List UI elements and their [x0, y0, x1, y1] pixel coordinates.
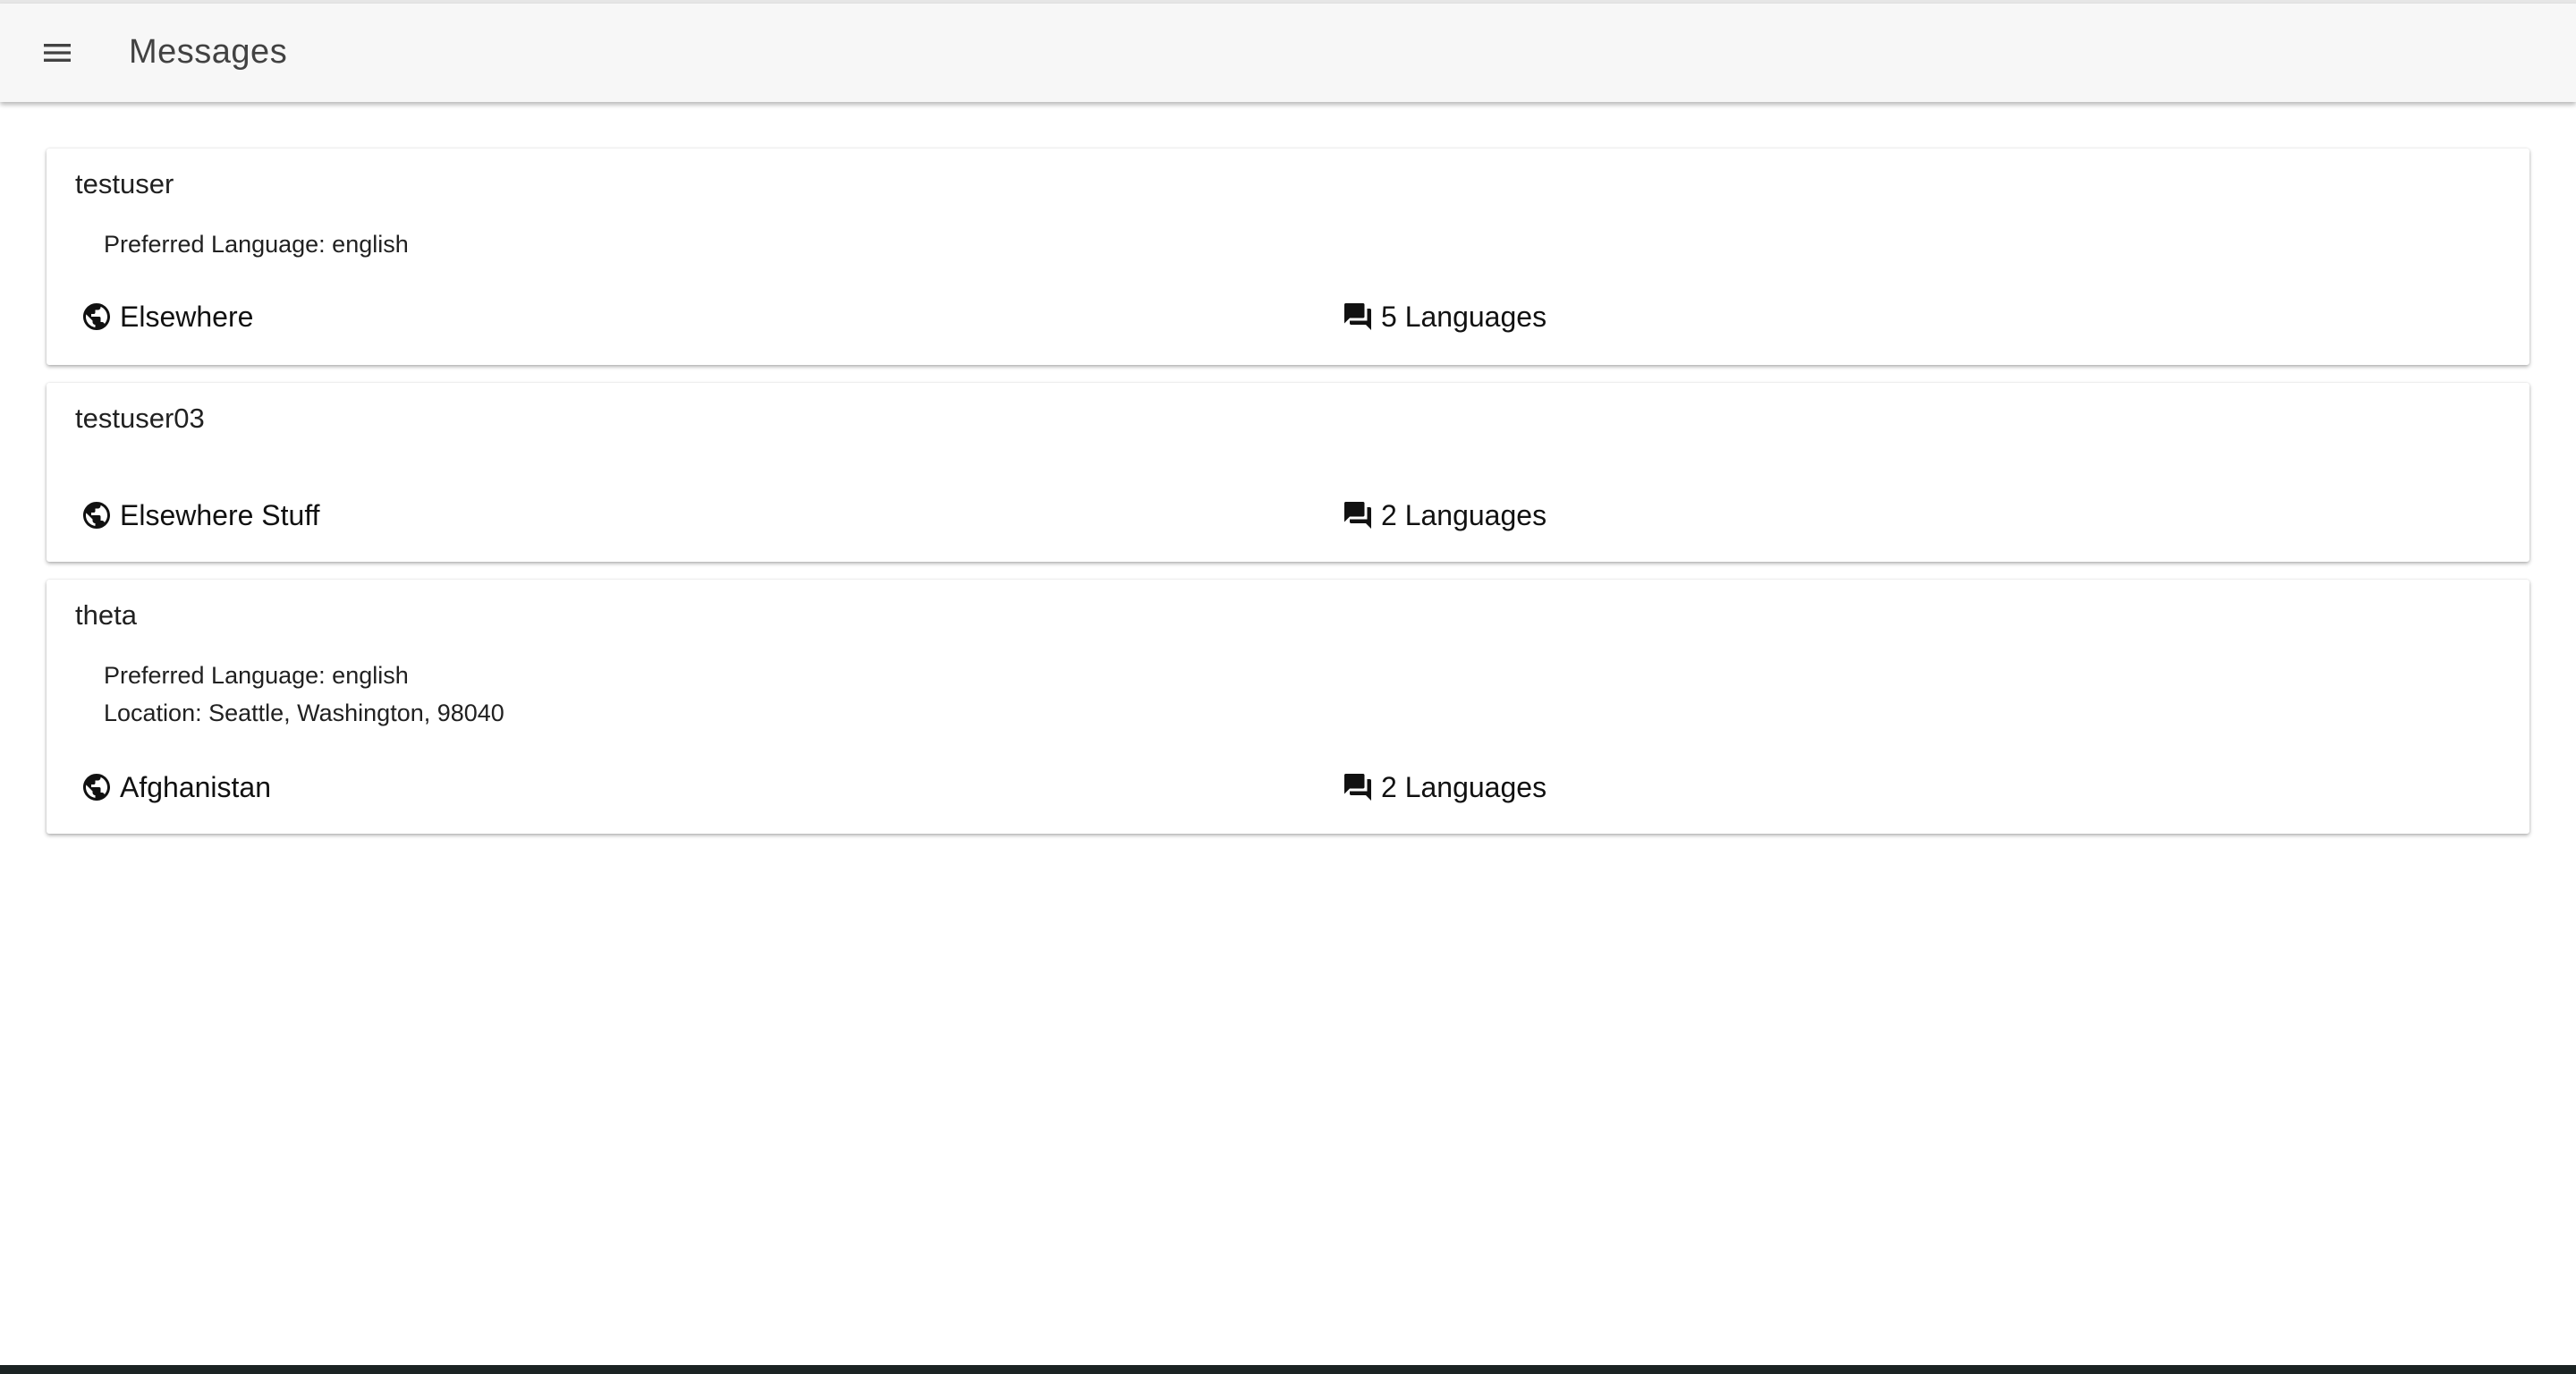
languages-count: 2 Languages [1381, 770, 1547, 803]
card-details: Preferred Language: english [104, 225, 409, 263]
detail-location: Location: Seattle, Washington, 98040 [104, 700, 504, 726]
chat-bubbles-icon [1342, 301, 1374, 333]
globe-icon [80, 771, 113, 803]
hamburger-menu-icon [39, 35, 75, 71]
user-card[interactable]: testuser03 Elsewhere Stuff 2 Languages [47, 383, 2529, 562]
user-card[interactable]: testuser Preferred Language: english Els… [47, 148, 2529, 365]
detail-preferred-language: Preferred Language: english [104, 231, 409, 258]
location-info: Afghanistan [80, 768, 271, 807]
chat-bubbles-icon [1342, 499, 1374, 531]
chat-bubbles-icon [1342, 771, 1374, 803]
card-username: theta [75, 599, 137, 631]
card-footer: Elsewhere Stuff 2 Languages [80, 496, 2529, 535]
menu-button[interactable] [24, 20, 90, 86]
languages-count: 2 Languages [1381, 498, 1547, 531]
card-username: testuser03 [75, 403, 205, 434]
detail-preferred-language: Preferred Language: english [104, 662, 409, 689]
location-text: Elsewhere [120, 300, 254, 333]
globe-icon [80, 499, 113, 531]
app-bar: Messages [0, 4, 2576, 102]
desktop-background-strip [0, 1365, 2576, 1374]
languages-info: 2 Languages [1342, 768, 1546, 807]
card-details: Preferred Language: english Location: Se… [104, 657, 504, 732]
location-info: Elsewhere [80, 297, 253, 336]
user-card[interactable]: theta Preferred Language: english Locati… [47, 580, 2529, 834]
card-footer: Afghanistan 2 Languages [80, 768, 2529, 807]
user-card-list: testuser Preferred Language: english Els… [47, 148, 2529, 852]
location-info: Elsewhere Stuff [80, 496, 320, 535]
languages-info: 2 Languages [1342, 496, 1546, 535]
card-username: testuser [75, 168, 174, 199]
languages-info: 5 Languages [1342, 297, 1546, 336]
languages-count: 5 Languages [1381, 300, 1547, 333]
card-footer: Elsewhere 5 Languages [80, 297, 2529, 336]
location-text: Elsewhere Stuff [120, 498, 320, 531]
page-title: Messages [129, 33, 288, 71]
location-text: Afghanistan [120, 770, 272, 803]
globe-icon [80, 301, 113, 333]
